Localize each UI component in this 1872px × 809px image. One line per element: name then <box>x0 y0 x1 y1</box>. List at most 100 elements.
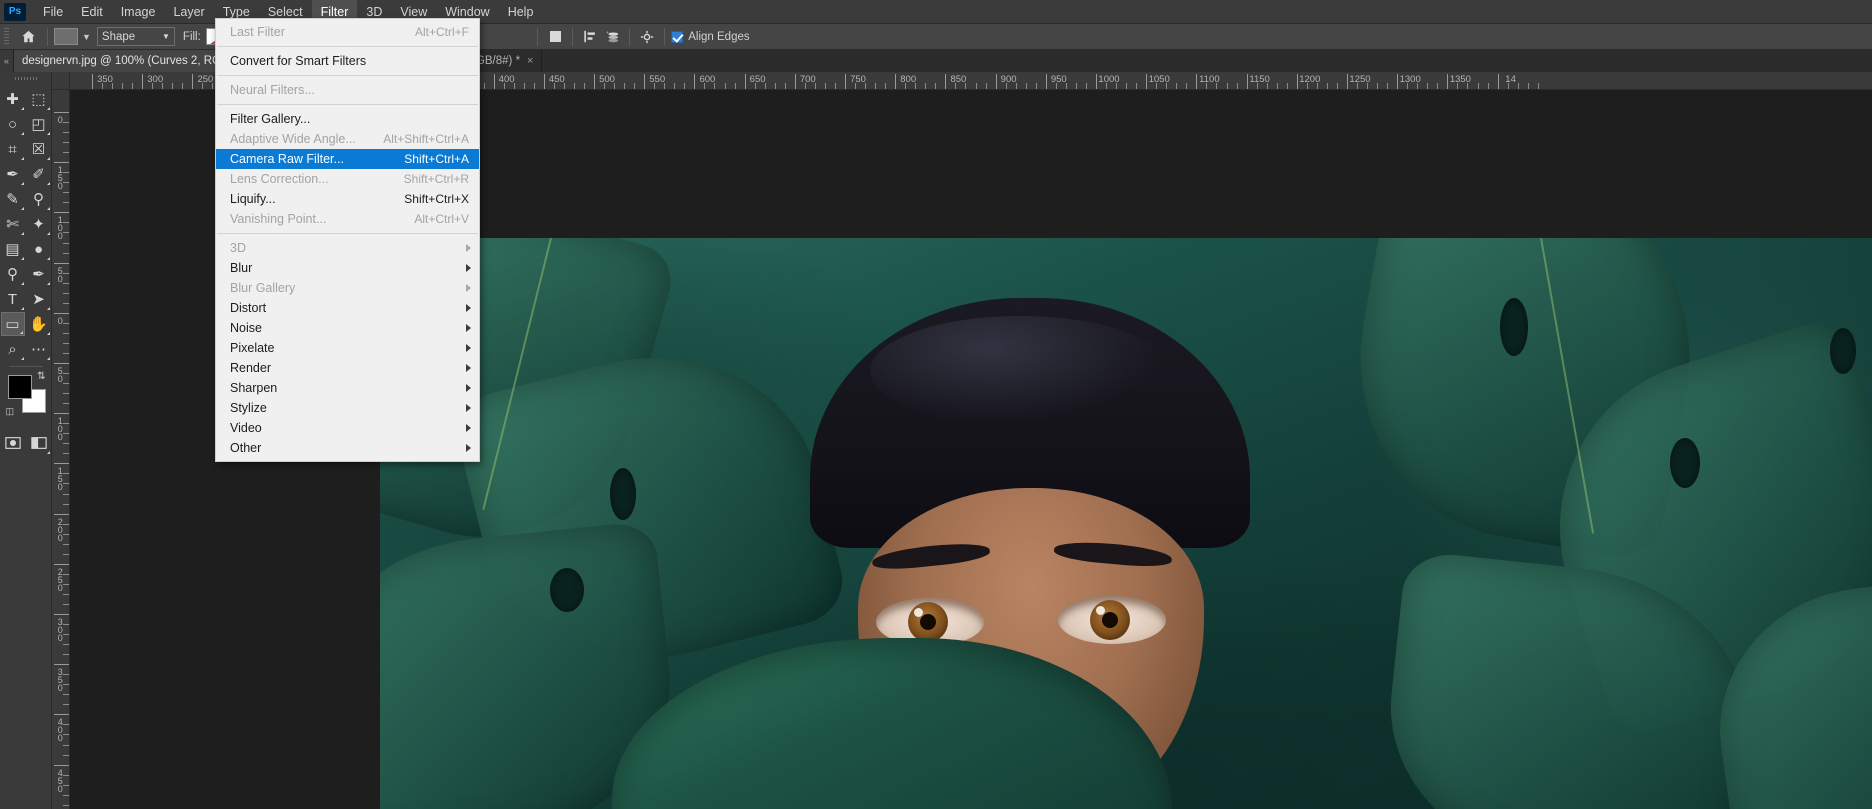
ruler-minor-tick <box>63 644 69 646</box>
type-tool[interactable]: T <box>1 287 25 311</box>
swap-colors-icon[interactable]: ⇅ <box>37 371 45 382</box>
ruler-corner[interactable] <box>52 72 70 90</box>
menu-item-distort[interactable]: Distort <box>216 298 479 318</box>
menu-item-noise[interactable]: Noise <box>216 318 479 338</box>
document-image[interactable] <box>380 238 1872 809</box>
dodge-tool[interactable]: ⚲ <box>1 262 25 286</box>
eraser-tool[interactable]: ✦ <box>27 212 51 236</box>
collapse-panel-icon[interactable]: « <box>0 50 14 72</box>
ruler-tick <box>694 74 696 89</box>
menu-item-video[interactable]: Video <box>216 418 479 438</box>
menubar-item-image[interactable]: Image <box>112 0 165 24</box>
zoom-tool[interactable]: ⌕ <box>1 337 25 361</box>
move-tool[interactable]: ✚ <box>1 87 25 111</box>
ruler-minor-tick <box>1035 83 1037 89</box>
ruler-minor-tick <box>63 322 69 324</box>
lasso-tool[interactable]: ○ <box>1 112 25 136</box>
eyedropper-tool[interactable]: ✒ <box>1 162 25 186</box>
path-selection-tool[interactable]: ➤ <box>27 287 51 311</box>
path-alignment-icon[interactable] <box>579 27 601 47</box>
rectangle-tool[interactable]: ▭ <box>0 312 25 336</box>
menu-item-label: Convert for Smart Filters <box>230 54 367 68</box>
default-colors-icon[interactable]: ◫ <box>6 406 15 417</box>
menu-item-camera-raw-filter[interactable]: Camera Raw Filter... Shift+Ctrl+A <box>216 149 479 169</box>
spot-healing-brush-tool[interactable]: ✐ <box>27 162 51 186</box>
tool-flyout-indicator <box>20 282 24 285</box>
shape-mode-select[interactable]: Shape ▼ <box>96 27 175 46</box>
menu-item-other[interactable]: Other <box>216 438 479 458</box>
home-icon[interactable] <box>15 26 41 48</box>
close-icon[interactable]: × <box>527 55 533 67</box>
clone-stamp-tool[interactable]: ⚲ <box>27 187 51 211</box>
menu-item-shortcut: Alt+Shift+Ctrl+A <box>383 132 469 146</box>
pen-tool[interactable]: ✒ <box>27 262 51 286</box>
menu-item-liquify[interactable]: Liquify... Shift+Ctrl+X <box>216 189 479 209</box>
align-edges-checkbox[interactable]: Align Edges <box>671 30 750 43</box>
menu-item-blur[interactable]: Blur <box>216 258 479 278</box>
menu-item-label: Camera Raw Filter... <box>230 152 344 166</box>
path-arrangement-icon[interactable]: + <box>601 27 623 47</box>
options-bar-grip[interactable] <box>4 27 9 46</box>
shape-combine-button[interactable] <box>544 27 566 47</box>
ruler-minor-tick <box>63 182 69 184</box>
ruler-minor-tick <box>614 83 616 89</box>
menubar-item-help[interactable]: Help <box>499 0 543 24</box>
ruler-tick <box>54 614 69 615</box>
menu-item-pixelate[interactable]: Pixelate <box>216 338 479 358</box>
vertical-ruler[interactable]: 015010050050100150200250300350400450 <box>52 90 70 809</box>
options-separator-2 <box>537 27 539 46</box>
menu-item-filter-gallery[interactable]: Filter Gallery... <box>216 109 479 129</box>
menu-item-convert-for-smart-filters[interactable]: Convert for Smart Filters <box>216 51 479 71</box>
screen-mode-icon[interactable] <box>27 431 51 455</box>
ruler-minor-tick <box>1085 83 1087 89</box>
ruler-minor-tick <box>1116 83 1118 89</box>
shape-preview-swatch[interactable] <box>54 28 78 45</box>
menu-item-stylize[interactable]: Stylize <box>216 398 479 418</box>
ruler-tick <box>54 413 69 415</box>
ruler-minor-tick <box>202 83 204 89</box>
quick-mask-mode-icon[interactable] <box>1 431 25 455</box>
menu-item-label: Adaptive Wide Angle... <box>230 132 356 146</box>
ruler-minor-tick <box>63 523 69 525</box>
ruler-minor-tick <box>1176 83 1178 89</box>
menubar-item-edit[interactable]: Edit <box>72 0 112 24</box>
menu-item-render[interactable]: Render <box>216 358 479 378</box>
menu-item-label: Blur <box>230 261 253 275</box>
ruler-minor-tick <box>132 83 134 89</box>
hand-tool[interactable]: ✋ <box>27 312 51 336</box>
ruler-label: 650 <box>749 74 766 85</box>
ruler-minor-tick <box>975 83 977 89</box>
tools-panel-grip[interactable] <box>12 75 39 82</box>
blur-tool[interactable]: ● <box>27 237 51 261</box>
ruler-minor-tick <box>182 83 184 89</box>
history-brush-tool[interactable]: ✄ <box>1 212 25 236</box>
object-selection-tool[interactable]: ◰ <box>27 112 51 136</box>
menu-item-shortcut: Alt+Ctrl+V <box>414 212 469 226</box>
brush-tool[interactable]: ✎ <box>1 187 25 211</box>
ruler-tick <box>54 463 69 465</box>
menu-item-blur-gallery: Blur Gallery <box>216 278 479 298</box>
gear-icon[interactable] <box>636 27 658 47</box>
frame-tool[interactable]: ☒ <box>27 137 51 161</box>
more-tools[interactable]: ⋯ <box>27 337 51 361</box>
crop-tool[interactable]: ⌗ <box>1 137 25 161</box>
menubar-item-file[interactable]: File <box>34 0 72 24</box>
foreground-color-swatch[interactable] <box>7 375 32 399</box>
ruler-minor-tick <box>63 433 69 435</box>
gradient-tool[interactable]: ▤ <box>1 237 25 261</box>
shape-chevron-down-icon[interactable]: ▼ <box>82 32 91 42</box>
ruler-minor-tick <box>1537 83 1539 89</box>
ruler-minor-tick <box>1065 83 1067 89</box>
ruler-minor-tick <box>1467 83 1469 89</box>
eye-glint <box>914 608 923 617</box>
ruler-minor-tick <box>1457 83 1459 89</box>
ruler-minor-tick <box>63 543 69 545</box>
ruler-tick <box>1246 74 1248 89</box>
leaf-hole <box>550 568 584 612</box>
menubar-item-layer[interactable]: Layer <box>164 0 213 24</box>
menu-item-sharpen[interactable]: Sharpen <box>216 378 479 398</box>
ruler-minor-tick <box>804 83 806 89</box>
rectangular-marquee-tool[interactable]: ⬚ <box>27 87 51 111</box>
ruler-minor-tick <box>1236 83 1238 89</box>
ruler-minor-tick <box>1487 83 1489 89</box>
